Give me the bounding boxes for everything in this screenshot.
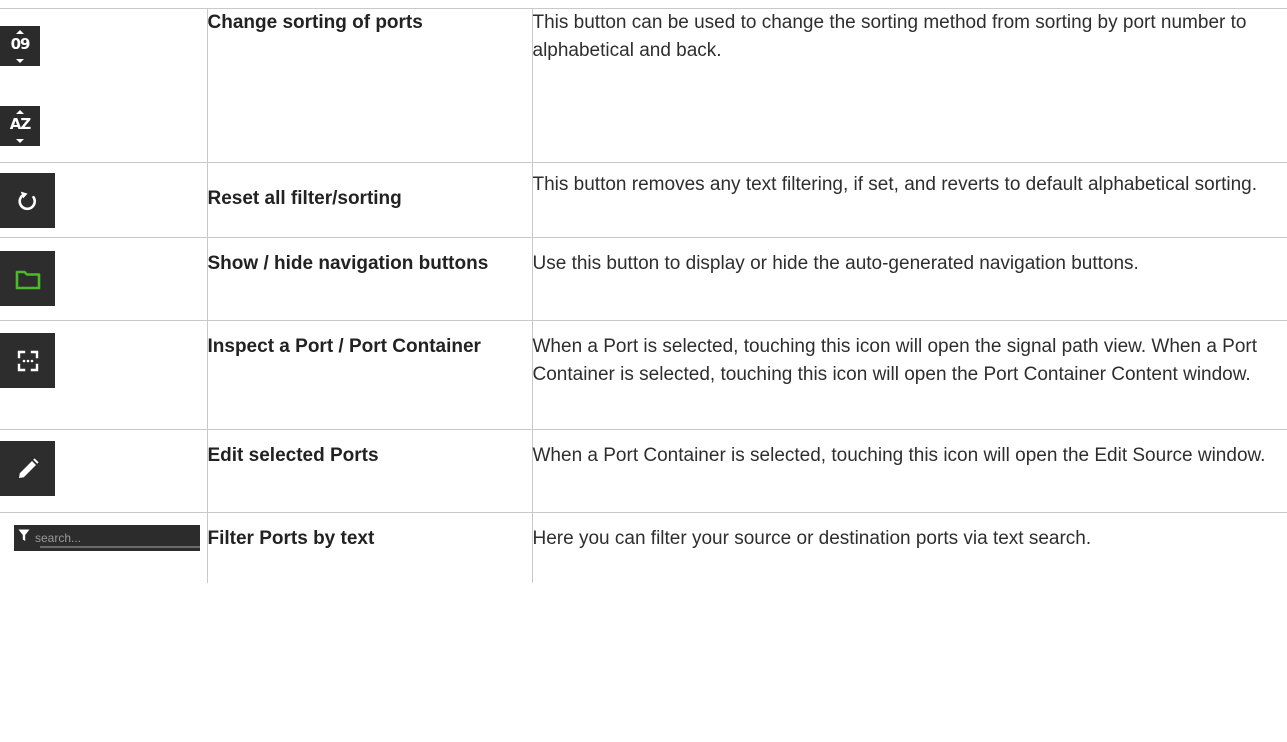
icon-cell <box>0 320 208 430</box>
feature-name: Reset all filter/sorting <box>207 188 402 209</box>
feature-name: Change sorting of ports <box>207 12 423 33</box>
table-row: search... Filter Ports by text Here you … <box>0 512 1287 583</box>
table-row: Inspect a Port / Port Container When a P… <box>0 320 1287 430</box>
sort-numeric-label: 09 <box>10 35 31 53</box>
feature-description-cell: This button can be used to change the so… <box>532 8 1287 163</box>
feature-description-cell: Use this button to display or hide the a… <box>532 237 1287 321</box>
icon-cell: search... <box>0 512 208 583</box>
inspect-icon[interactable] <box>0 333 55 388</box>
pencil-icon[interactable] <box>0 441 55 496</box>
feature-name-cell: Change sorting of ports <box>207 8 533 163</box>
table-row: 09 AZ Change sorting of ports This butto… <box>0 8 1287 163</box>
feature-name-cell: Filter Ports by text <box>207 512 533 583</box>
filter-search-field[interactable]: search... <box>14 525 200 551</box>
folder-icon[interactable] <box>0 251 55 306</box>
feature-description: When a Port is selected, touching this i… <box>532 336 1258 385</box>
feature-description-cell: When a Port is selected, touching this i… <box>532 320 1287 430</box>
icon-cell <box>0 237 208 321</box>
table-row: Reset all filter/sorting This button rem… <box>0 162 1287 238</box>
feature-name-cell: Inspect a Port / Port Container <box>207 320 533 430</box>
reset-icon[interactable] <box>0 173 55 228</box>
table-row: Show / hide navigation buttons Use this … <box>0 237 1287 321</box>
feature-description-cell: This button removes any text filtering, … <box>532 162 1287 238</box>
feature-description-cell: When a Port Container is selected, touch… <box>532 429 1287 513</box>
icon-cell: 09 AZ <box>0 8 208 163</box>
feature-name: Edit selected Ports <box>207 445 379 466</box>
feature-name-cell: Show / hide navigation buttons <box>207 237 533 321</box>
feature-name: Filter Ports by text <box>207 528 375 549</box>
icon-cell <box>0 429 208 513</box>
sort-numeric-icon[interactable]: 09 <box>0 26 40 66</box>
feature-name: Show / hide navigation buttons <box>207 253 489 274</box>
sort-alpha-icon[interactable]: AZ <box>0 106 40 146</box>
feature-name-cell: Edit selected Ports <box>207 429 533 513</box>
feature-description: This button can be used to change the so… <box>532 12 1247 61</box>
feature-description: When a Port Container is selected, touch… <box>532 445 1266 466</box>
feature-description: This button removes any text filtering, … <box>532 174 1258 195</box>
feature-name-cell: Reset all filter/sorting <box>207 162 533 238</box>
feature-description: Here you can filter your source or desti… <box>532 528 1092 549</box>
icon-cell <box>0 162 208 238</box>
feature-description: Use this button to display or hide the a… <box>532 253 1139 274</box>
feature-description-cell: Here you can filter your source or desti… <box>532 513 1287 583</box>
table-row: Edit selected Ports When a Port Containe… <box>0 429 1287 513</box>
feature-name: Inspect a Port / Port Container <box>207 336 481 357</box>
filter-icon <box>18 529 30 547</box>
ports-icon-table: 09 AZ Change sorting of ports This butto… <box>0 8 1287 583</box>
sort-alpha-label: AZ <box>9 115 32 133</box>
search-placeholder: search... <box>35 531 82 545</box>
